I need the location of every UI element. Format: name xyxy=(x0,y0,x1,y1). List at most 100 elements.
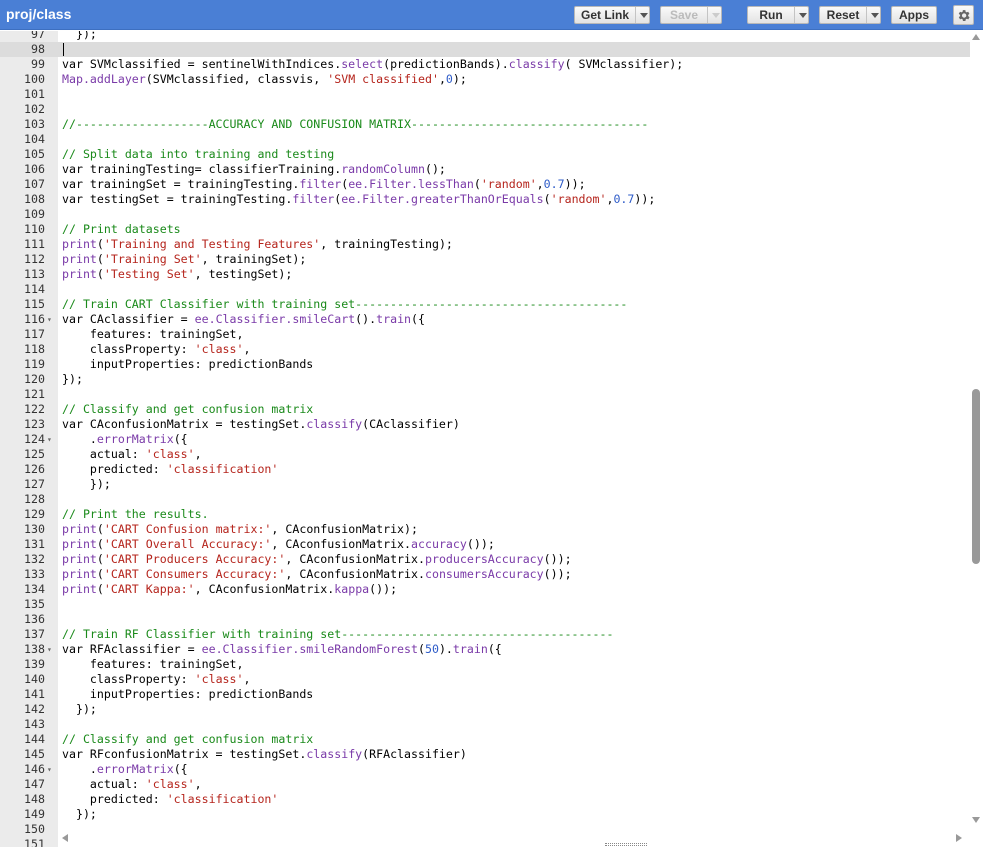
code-line[interactable]: 112 print('Training Set', trainingSet); xyxy=(0,252,970,267)
gear-icon[interactable] xyxy=(953,5,974,25)
scroll-up-icon[interactable] xyxy=(972,34,980,40)
code-line[interactable]: 106 var trainingTesting= classifierTraini… xyxy=(0,162,970,177)
code-line[interactable]: 127 }); xyxy=(0,477,970,492)
code-line[interactable]: 149 }); xyxy=(0,807,970,822)
fold-toggle-icon[interactable]: ▾ xyxy=(47,432,55,447)
code-token: (CAclassifier) xyxy=(362,417,460,431)
save-button[interactable]: Save xyxy=(660,6,722,24)
line-number: 111 xyxy=(24,237,45,251)
code-text: print('Training and Testing Features', t… xyxy=(62,237,453,252)
code-line[interactable]: 120}); xyxy=(0,372,970,387)
line-number: 146 xyxy=(24,762,45,776)
apps-button[interactable]: Apps xyxy=(891,6,937,24)
code-line[interactable]: 132 print('CART Producers Accuracy:', CAc… xyxy=(0,552,970,567)
code-line[interactable]: 125 actual: 'class', xyxy=(0,447,970,462)
line-number: 101 xyxy=(24,87,45,101)
code-line[interactable]: 143 xyxy=(0,717,970,732)
code-line[interactable]: 124 ▾ .errorMatrix({ xyxy=(0,432,970,447)
code-line[interactable]: 138 ▾ var RFAclassifier = ee.Classifier.sm… xyxy=(0,642,970,657)
code-line[interactable]: 144 // Classify and get confusion matrix xyxy=(0,732,970,747)
code-token: ee.Filter.greaterThanOrEquals xyxy=(341,192,544,206)
run-dropdown-icon[interactable] xyxy=(794,7,810,23)
code-token: ()); xyxy=(543,567,572,581)
code-line[interactable]: 126 predicted: 'classification' xyxy=(0,462,970,477)
code-token: )); xyxy=(634,192,656,206)
code-line[interactable]: 122 // Classify and get confusion matrix xyxy=(0,402,970,417)
reset-button[interactable]: Reset xyxy=(819,6,881,24)
code-line[interactable]: 111 print('Training and Testing Features'… xyxy=(0,237,970,252)
code-line[interactable]: 113 print('Testing Set', testingSet); xyxy=(0,267,970,282)
code-line[interactable]: 137 // Train RF Classifier with training … xyxy=(0,627,970,642)
code-line[interactable]: 148 predicted: 'classification' xyxy=(0,792,970,807)
code-line[interactable]: 147 actual: 'class', xyxy=(0,777,970,792)
code-line[interactable]: 129 // Print the results. xyxy=(0,507,970,522)
code-token: }); xyxy=(62,807,97,821)
code-line[interactable]: 100 Map.addLayer(SVMclassified, classvis,… xyxy=(0,72,970,87)
get-link-dropdown-icon[interactable] xyxy=(635,7,651,23)
reset-dropdown-icon[interactable] xyxy=(866,7,882,23)
code-text: // Train CART Classifier with training s… xyxy=(62,297,627,312)
text-cursor xyxy=(63,43,64,56)
code-token: ); xyxy=(452,72,467,86)
code-line[interactable]: 131 print('CART Overall Accuracy:', CAcon… xyxy=(0,537,970,552)
scroll-left-icon[interactable] xyxy=(62,834,68,842)
code-line[interactable]: 140 classProperty: 'class', xyxy=(0,672,970,687)
code-line[interactable]: 104 xyxy=(0,132,970,147)
code-line[interactable]: 123 var CAconfusionMatrix = testingSet.cl… xyxy=(0,417,970,432)
get-link-button[interactable]: Get Link xyxy=(574,6,650,24)
line-number: 97 xyxy=(31,31,45,41)
scroll-down-icon[interactable] xyxy=(972,817,980,823)
code-line[interactable]: 133 print('CART Consumers Accuracy:', CAc… xyxy=(0,567,970,582)
code-line[interactable]: 119 inputProperties: predictionBands xyxy=(0,357,970,372)
vertical-scrollbar[interactable] xyxy=(970,31,983,831)
code-line[interactable]: 134 print('CART Kappa:', CAconfusionMatri… xyxy=(0,582,970,597)
fold-toggle-icon[interactable]: ▾ xyxy=(47,762,55,777)
code-text: print('Training Set', trainingSet); xyxy=(62,252,306,267)
code-lines[interactable]: 97 }); 98 99 var SVMclassified = sentinelWi… xyxy=(0,31,970,847)
code-line[interactable]: 118 classProperty: 'class', xyxy=(0,342,970,357)
line-number: 151 xyxy=(24,837,45,847)
code-line[interactable]: 146 ▾ .errorMatrix({ xyxy=(0,762,970,777)
code-editor[interactable]: 97 }); 98 99 var SVMclassified = sentinelWi… xyxy=(0,31,983,847)
code-line[interactable]: 102 xyxy=(0,102,970,117)
scroll-right-icon[interactable] xyxy=(956,834,962,842)
code-token: train xyxy=(376,312,412,326)
code-line[interactable]: 121 xyxy=(0,387,970,402)
code-token: features: trainingSet, xyxy=(62,327,244,341)
code-line[interactable]: 98 xyxy=(0,42,970,57)
code-token: }); xyxy=(62,31,97,41)
horizontal-scrollbar[interactable] xyxy=(58,831,970,847)
fold-toggle-icon[interactable]: ▾ xyxy=(47,312,55,327)
script-title[interactable]: proj/class xyxy=(6,6,71,22)
fold-toggle-icon[interactable]: ▾ xyxy=(47,642,55,657)
code-line[interactable]: 136 xyxy=(0,612,970,627)
code-line[interactable]: 101 xyxy=(0,87,970,102)
panel-resize-handle[interactable] xyxy=(605,843,647,846)
code-line[interactable]: 114 xyxy=(0,282,970,297)
code-text: // Classify and get confusion matrix xyxy=(62,402,313,417)
code-line[interactable]: 145 var RFconfusionMatrix = testingSet.cl… xyxy=(0,747,970,762)
code-line[interactable]: 103 //-------------------ACCURACY AND CON… xyxy=(0,117,970,132)
code-line[interactable]: 128 xyxy=(0,492,970,507)
code-token: , CAconfusionMatrix. xyxy=(285,552,425,566)
code-line[interactable]: 108 var testingSet = trainingTesting.filt… xyxy=(0,192,970,207)
code-line[interactable]: 142 }); xyxy=(0,702,970,717)
code-line[interactable]: 107 var trainingSet = trainingTesting.fil… xyxy=(0,177,970,192)
code-line[interactable]: 99 var SVMclassified = sentinelWithIndice… xyxy=(0,57,970,72)
code-line[interactable]: 115 // Train CART Classifier with trainin… xyxy=(0,297,970,312)
line-number: 113 xyxy=(24,267,45,281)
code-line[interactable]: 141 inputProperties: predictionBands xyxy=(0,687,970,702)
code-line[interactable]: 130 print('CART Confusion matrix:', CAcon… xyxy=(0,522,970,537)
code-line[interactable]: 110 // Print datasets xyxy=(0,222,970,237)
code-line[interactable]: 109 xyxy=(0,207,970,222)
run-button[interactable]: Run xyxy=(747,6,809,24)
save-dropdown-icon[interactable] xyxy=(707,7,723,23)
code-line[interactable]: 97 }); xyxy=(0,31,970,42)
code-line[interactable]: 117 features: trainingSet, xyxy=(0,327,970,342)
code-line[interactable]: 116 ▾ var CAclassifier = ee.Classifier.smi… xyxy=(0,312,970,327)
scrollbar-thumb[interactable] xyxy=(972,389,980,564)
code-line[interactable]: 139 features: trainingSet, xyxy=(0,657,970,672)
code-text: print('CART Producers Accuracy:', CAconf… xyxy=(62,552,572,567)
code-line[interactable]: 135 xyxy=(0,597,970,612)
code-line[interactable]: 105 // Split data into training and testi… xyxy=(0,147,970,162)
